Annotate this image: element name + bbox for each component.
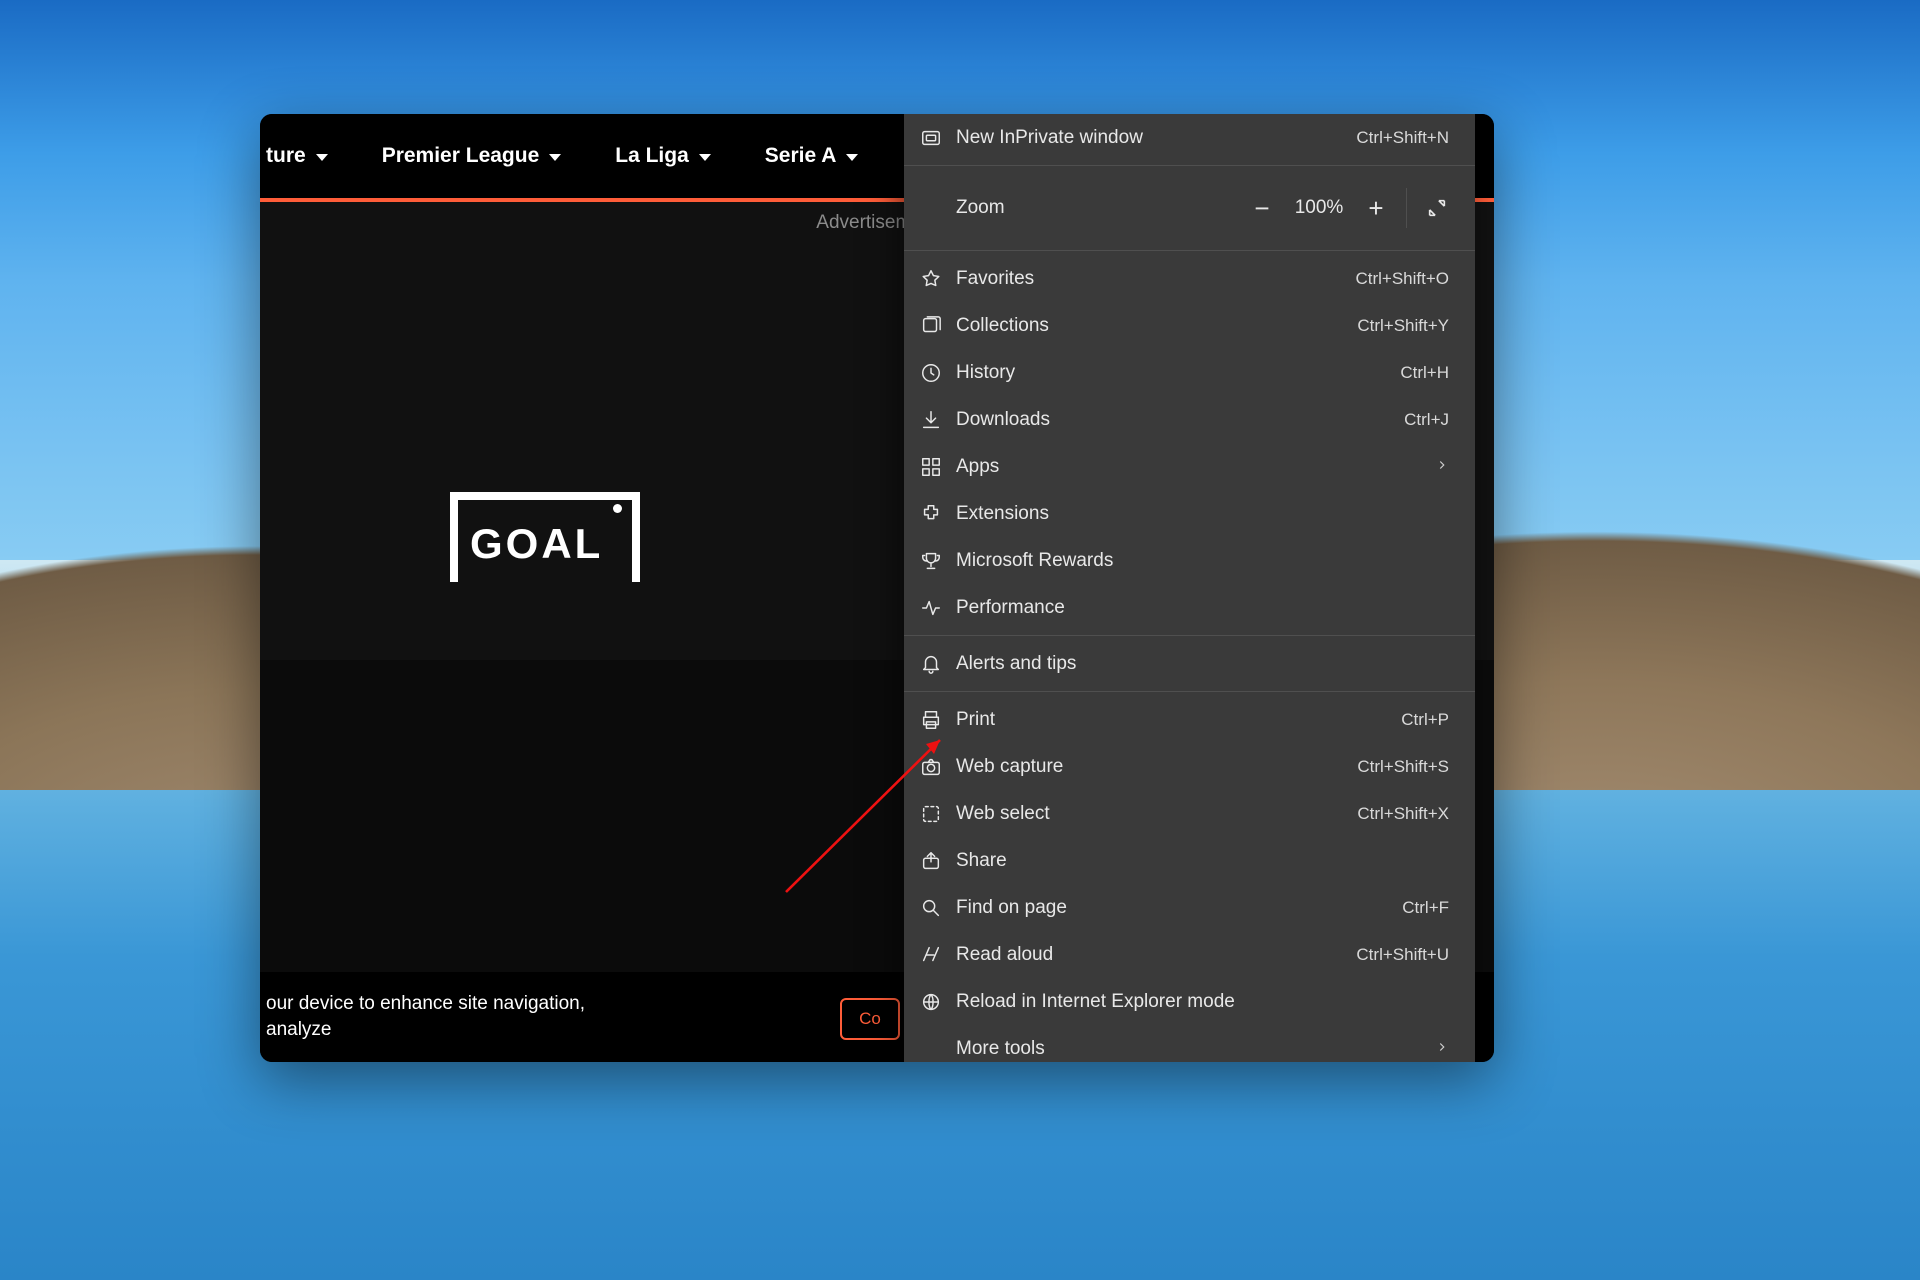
menu-zoom: Zoom − 100% + xyxy=(904,170,1475,246)
menu-shortcut: Ctrl+Shift+U xyxy=(1356,945,1449,965)
menu-shortcut: Ctrl+P xyxy=(1401,710,1449,730)
nav-item-premier-league[interactable]: Premier League xyxy=(382,144,562,168)
menu-label: Collections xyxy=(956,315,1049,337)
menu-shortcut: Ctrl+H xyxy=(1400,363,1449,383)
menu-separator xyxy=(904,165,1475,166)
menu-share[interactable]: Share xyxy=(904,837,1475,884)
nav-item-culture[interactable]: ture xyxy=(266,144,328,168)
zoom-value: 100% xyxy=(1286,197,1352,219)
menu-label: Find on page xyxy=(956,897,1067,919)
menu-web-select[interactable]: Web select Ctrl+Shift+X xyxy=(904,790,1475,837)
menu-more-tools[interactable]: More tools xyxy=(904,1025,1475,1062)
caret-down-icon xyxy=(549,154,561,161)
read-aloud-icon xyxy=(920,944,942,966)
search-icon xyxy=(920,897,942,919)
nav-label: Serie A xyxy=(765,144,837,168)
nav-item-la-liga[interactable]: La Liga xyxy=(615,144,711,168)
menu-label: Zoom xyxy=(956,197,1005,219)
inprivate-icon xyxy=(920,127,942,149)
menu-label: Favorites xyxy=(956,268,1034,290)
screenshot-window: ture Premier League La Liga Serie A Nig … xyxy=(260,114,1494,1062)
menu-label: Web select xyxy=(956,803,1050,825)
chevron-right-icon xyxy=(1435,456,1449,478)
menu-label: Apps xyxy=(956,456,999,478)
share-icon xyxy=(920,850,942,872)
menu-separator xyxy=(904,635,1475,636)
menu-shortcut: Ctrl+Shift+S xyxy=(1357,757,1449,777)
menu-shortcut: Ctrl+Shift+Y xyxy=(1357,316,1449,336)
menu-shortcut: Ctrl+F xyxy=(1402,898,1449,918)
menu-rewards[interactable]: Microsoft Rewards xyxy=(904,537,1475,584)
nav-label: La Liga xyxy=(615,144,689,168)
menu-separator xyxy=(904,250,1475,251)
menu-reload-ie-mode[interactable]: Reload in Internet Explorer mode xyxy=(904,978,1475,1025)
menu-label: Downloads xyxy=(956,409,1050,431)
zoom-divider xyxy=(1406,188,1407,228)
apps-icon xyxy=(920,456,942,478)
menu-label: Alerts and tips xyxy=(956,653,1076,675)
menu-web-capture[interactable]: Web capture Ctrl+Shift+S xyxy=(904,743,1475,790)
menu-label: Performance xyxy=(956,597,1065,619)
nav-label: ture xyxy=(266,144,306,168)
menu-label: History xyxy=(956,362,1015,384)
menu-label: Web capture xyxy=(956,756,1063,778)
menu-shortcut: Ctrl+Shift+X xyxy=(1357,804,1449,824)
menu-downloads[interactable]: Downloads Ctrl+J xyxy=(904,396,1475,443)
menu-label: Microsoft Rewards xyxy=(956,550,1113,572)
menu-shortcut: Ctrl+Shift+O xyxy=(1355,269,1449,289)
fullscreen-button[interactable] xyxy=(1413,184,1461,232)
chevron-right-icon xyxy=(1435,1038,1449,1060)
internet-explorer-icon xyxy=(920,991,942,1013)
menu-label: Reload in Internet Explorer mode xyxy=(956,991,1235,1013)
nav-item-serie-a[interactable]: Serie A xyxy=(765,144,859,168)
menu-performance[interactable]: Performance xyxy=(904,584,1475,631)
caret-down-icon xyxy=(846,154,858,161)
menu-label: New InPrivate window xyxy=(956,127,1143,149)
menu-label: Print xyxy=(956,709,995,731)
menu-label: Read aloud xyxy=(956,944,1053,966)
menu-print[interactable]: Print Ctrl+P xyxy=(904,696,1475,743)
menu-label: More tools xyxy=(956,1038,1045,1060)
menu-alerts[interactable]: Alerts and tips xyxy=(904,640,1475,687)
cookie-text: our device to enhance site navigation, a… xyxy=(260,991,646,1042)
menu-collections[interactable]: Collections Ctrl+Shift+Y xyxy=(904,302,1475,349)
cookie-accept-button[interactable]: Co xyxy=(840,998,900,1040)
goal-logo-text: GOAL xyxy=(470,520,603,568)
menu-find[interactable]: Find on page Ctrl+F xyxy=(904,884,1475,931)
caret-down-icon xyxy=(316,154,328,161)
menu-shortcut: Ctrl+J xyxy=(1404,410,1449,430)
menu-apps[interactable]: Apps xyxy=(904,443,1475,490)
caret-down-icon xyxy=(699,154,711,161)
zoom-controls: − 100% + xyxy=(1238,184,1461,232)
desktop-wallpaper: ture Premier League La Liga Serie A Nig … xyxy=(0,0,1920,1280)
performance-icon xyxy=(920,597,942,619)
camera-icon xyxy=(920,756,942,778)
print-icon xyxy=(920,709,942,731)
extensions-icon xyxy=(920,503,942,525)
bell-icon xyxy=(920,653,942,675)
collections-icon xyxy=(920,315,942,337)
zoom-out-button[interactable]: − xyxy=(1238,184,1286,232)
star-icon xyxy=(920,268,942,290)
menu-shortcut: Ctrl+Shift+N xyxy=(1356,128,1449,148)
menu-extensions[interactable]: Extensions xyxy=(904,490,1475,537)
menu-label: Share xyxy=(956,850,1007,872)
menu-read-aloud[interactable]: Read aloud Ctrl+Shift+U xyxy=(904,931,1475,978)
menu-separator xyxy=(904,691,1475,692)
zoom-in-button[interactable]: + xyxy=(1352,184,1400,232)
menu-history[interactable]: History Ctrl+H xyxy=(904,349,1475,396)
goal-logo: GOAL xyxy=(450,492,640,584)
edge-settings-menu: New InPrivate window Ctrl+Shift+N Zoom −… xyxy=(904,114,1475,1062)
select-icon xyxy=(920,803,942,825)
download-icon xyxy=(920,409,942,431)
menu-favorites[interactable]: Favorites Ctrl+Shift+O xyxy=(904,255,1475,302)
history-icon xyxy=(920,362,942,384)
nav-label: Premier League xyxy=(382,144,540,168)
menu-new-inprivate[interactable]: New InPrivate window Ctrl+Shift+N xyxy=(904,114,1475,161)
trophy-icon xyxy=(920,550,942,572)
menu-label: Extensions xyxy=(956,503,1049,525)
